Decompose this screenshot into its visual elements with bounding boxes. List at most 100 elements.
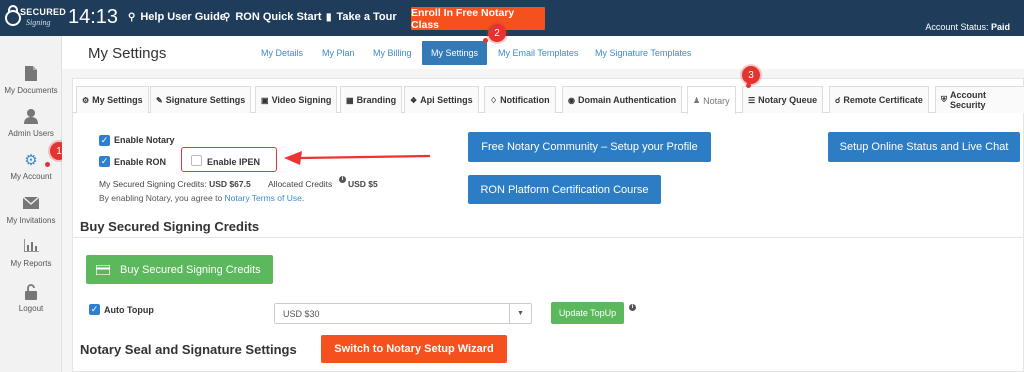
user-icon (0, 109, 62, 127)
tab-label: Video Signing (271, 95, 332, 105)
tab-signature-settings[interactable]: ✎ Signature Settings (150, 86, 252, 113)
enroll-free-notary-class-button[interactable]: Enroll In Free Notary Class (411, 7, 545, 31)
auto-topup-label: Auto Topup (104, 305, 154, 315)
help-user-guide-label: Help User Guide (140, 11, 226, 23)
sidebar-item-label: Admin Users (8, 129, 54, 138)
help-user-guide-link[interactable]: ⚲ Help User Guide (128, 11, 226, 23)
update-topup-button[interactable]: Update TopUp (551, 302, 624, 324)
ron-quick-start-link[interactable]: ⚲ RON Quick Start (223, 11, 322, 23)
annotation-badge-3: 3 (742, 66, 760, 84)
tab-label: Notification (500, 95, 550, 105)
terms-prefix: By enabling Notary, you agree to (99, 193, 223, 203)
annotation-dot (483, 38, 488, 43)
enable-ipen-checkbox[interactable] (191, 155, 202, 166)
envelope-icon (0, 196, 62, 214)
sidebar-item-my-documents[interactable]: My Documents (0, 66, 62, 108)
bell-icon: ♢ (490, 95, 498, 105)
certificate-icon: ☌ (835, 95, 841, 105)
ron-certification-course-button[interactable]: RON Platform Certification Course (468, 175, 661, 204)
sidebar-item-label: My Documents (4, 86, 58, 95)
tab-label: Remote Certificate (843, 95, 923, 105)
info-icon[interactable]: i (339, 176, 346, 183)
tab-label: Account Security (950, 90, 986, 110)
tab-account-security[interactable]: ⛨ Account Security (935, 86, 1024, 113)
subtab-my-email-templates[interactable]: My Email Templates (498, 48, 578, 58)
enable-ron-checkbox[interactable]: ✓ (99, 156, 110, 167)
enable-ron-label: Enable RON (114, 157, 167, 167)
subtab-my-settings[interactable]: My Settings (422, 41, 488, 65)
enable-ipen-label: Enable IPEN (207, 157, 261, 167)
tab-label: Notary (703, 95, 730, 106)
secured-signing-logo[interactable]: SECURED Signing (4, 3, 66, 33)
top-bar: SECURED Signing 14:13 ⚲ Help User Guide … (0, 0, 1024, 36)
divider (72, 237, 1024, 238)
sidebar-item-label: My Reports (10, 259, 52, 268)
lock-icon (0, 284, 62, 302)
annotation-badge-2: 2 (488, 24, 506, 42)
sidebar-item-logout[interactable]: Logout (0, 284, 62, 326)
sidebar-item-label: Logout (18, 304, 44, 313)
tab-api-settings[interactable]: ❖ Api Settings (404, 86, 479, 113)
notary-seal-heading: Notary Seal and Signature Settings (80, 342, 297, 357)
tab-label: Domain Authentication (577, 95, 677, 105)
buy-credits-button[interactable]: Buy Secured Signing Credits (86, 255, 273, 284)
allocated-credits-value: USD $5 (348, 179, 378, 189)
video-icon: ▣ (261, 95, 269, 105)
logo-subtext: Signing (26, 18, 51, 27)
take-a-tour-label: Take a Tour (336, 11, 397, 23)
tab-my-settings[interactable]: ⚙ My Settings (76, 86, 149, 113)
tab-label: Api Settings (420, 95, 473, 105)
credits-label: My Secured Signing Credits: (99, 179, 207, 189)
annotation-dot (45, 162, 50, 167)
allocated-credits-value-line: USD $5 (348, 179, 378, 189)
free-notary-community-button[interactable]: Free Notary Community – Setup your Profi… (468, 132, 711, 162)
logo-text: SECURED (20, 7, 67, 17)
shield-icon: ⛨ (941, 95, 947, 104)
buy-credits-button-label: Buy Secured Signing Credits (120, 263, 261, 276)
notary-terms-link[interactable]: Notary Terms of Use (225, 193, 302, 203)
tab-notary[interactable]: ♟ Notary (687, 86, 736, 114)
topup-amount-select[interactable]: USD $30 ▼ (274, 303, 532, 324)
sidebar-item-my-reports[interactable]: My Reports (0, 239, 62, 281)
subtab-my-details[interactable]: My Details (261, 48, 303, 58)
book-icon: ▮ (326, 11, 332, 23)
tab-domain-authentication[interactable]: ◉ Domain Authentication (562, 86, 683, 113)
setup-online-status-button[interactable]: Setup Online Status and Live Chat (828, 132, 1020, 162)
auto-topup-checkbox[interactable]: ✓ (89, 304, 100, 315)
allocated-credits-label: Allocated Credits (268, 179, 333, 189)
account-status-value: Paid (990, 22, 1010, 32)
tab-remote-certificate[interactable]: ☌ Remote Certificate (829, 86, 929, 113)
tab-video-signing[interactable]: ▣ Video Signing (255, 86, 338, 113)
info-icon[interactable]: i (629, 304, 636, 311)
enable-notary-label: Enable Notary (114, 135, 175, 145)
account-status: Account Status: Paid (925, 22, 1010, 32)
ron-quick-start-label: RON Quick Start (235, 11, 322, 23)
take-a-tour-link[interactable]: ▮ Take a Tour (326, 11, 397, 23)
list-icon: ☰ (748, 95, 756, 105)
gear-icon: ⚙ (82, 95, 90, 105)
sidebar-item-my-invitations[interactable]: My Invitations (0, 196, 62, 238)
enable-notary-checkbox[interactable]: ✓ (99, 135, 110, 146)
sidebar-item-my-account[interactable]: ⚙ My Account (0, 152, 62, 194)
grid-icon: ▦ (346, 95, 354, 105)
subtab-my-billing[interactable]: My Billing (373, 48, 412, 58)
bar-chart-icon (0, 239, 62, 257)
sidebar-item-label: My Invitations (6, 216, 56, 225)
tab-branding[interactable]: ▦ Branding (340, 86, 403, 113)
globe-icon: ◉ (568, 95, 575, 105)
annotation-arrow (284, 151, 430, 165)
pencil-icon: ✎ (156, 95, 163, 105)
switch-to-setup-wizard-button[interactable]: Switch to Notary Setup Wizard (321, 335, 507, 363)
tab-label: Branding (356, 95, 397, 105)
account-status-label: Account Status: (925, 22, 989, 32)
terms-line: By enabling Notary, you agree to Notary … (99, 193, 304, 203)
tab-notification[interactable]: ♢ Notification (484, 86, 556, 113)
subtab-my-plan[interactable]: My Plan (322, 48, 355, 58)
sidebar-item-label: My Account (10, 172, 52, 181)
notary-icon: ♟ (693, 96, 701, 105)
subtab-my-signature-templates[interactable]: My Signature Templates (595, 48, 691, 58)
buy-credits-heading: Buy Secured Signing Credits (80, 219, 260, 234)
tab-notary-queue[interactable]: ☰ Notary Queue (742, 86, 824, 113)
topup-amount-value: USD $30 (283, 308, 320, 319)
terms-suffix: . (301, 193, 305, 203)
